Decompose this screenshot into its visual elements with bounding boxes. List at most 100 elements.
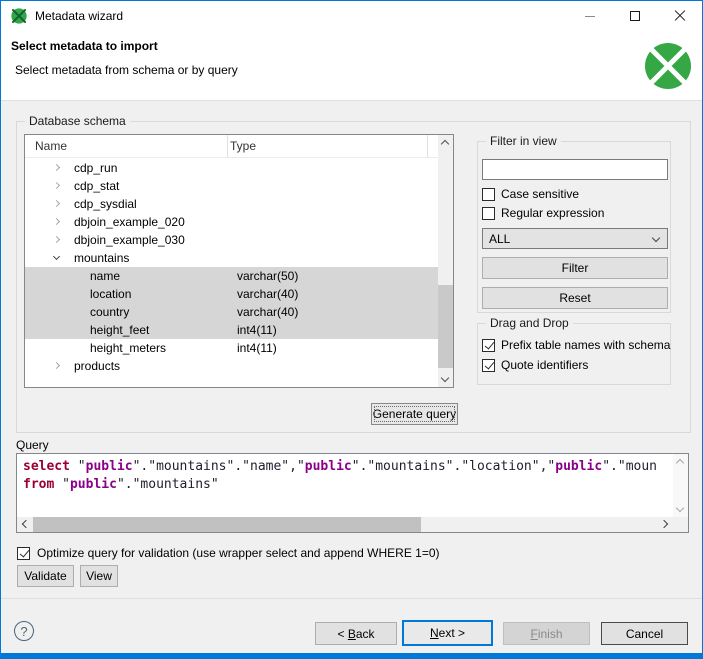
tree-row-products[interactable]: products (25, 357, 438, 375)
minimize-icon (585, 16, 595, 17)
view-button[interactable]: View (80, 565, 118, 587)
column-header-type[interactable]: Type (230, 139, 256, 153)
schema-tree[interactable]: Name Type cdp_run cdp_stat cdp_sysdialdbjo… (24, 134, 454, 388)
prefix-table-names-label: Prefix table names with schema (501, 338, 670, 352)
tree-row-dbjoin_example_020[interactable]: dbjoin_example_020 (25, 213, 438, 231)
expand-icon[interactable] (53, 164, 60, 171)
tree-cell-type: varchar(40) (237, 305, 298, 319)
back-button[interactable]: < Back (315, 622, 397, 645)
column-header-name[interactable]: Name (35, 139, 67, 153)
help-button[interactable]: ? (14, 621, 34, 641)
query-editor[interactable]: select "public"."mountains"."name","publ… (16, 453, 689, 533)
minimize-button[interactable] (567, 1, 612, 31)
scroll-up-icon[interactable] (676, 459, 684, 467)
close-button[interactable] (657, 1, 702, 31)
tree-cell-name: products (74, 359, 120, 373)
scroll-left-icon[interactable] (22, 520, 30, 528)
regular-expression-label: Regular expression (501, 206, 604, 220)
cancel-button[interactable]: Cancel (601, 622, 688, 645)
metadata-wizard-window: Metadata wizard Select metadata to impor… (0, 0, 703, 659)
scrollbar-thumb[interactable] (33, 517, 421, 532)
tree-cell-name: country (90, 305, 129, 319)
next-button[interactable]: Next > (402, 620, 493, 646)
validate-button[interactable]: Validate (17, 565, 74, 587)
scroll-up-icon[interactable] (441, 140, 449, 148)
drag-and-drop-label: Drag and Drop (486, 316, 573, 330)
collapse-icon[interactable] (53, 253, 60, 260)
filter-scope-value: ALL (489, 232, 510, 246)
quote-identifiers-row: Quote identifiers (482, 358, 588, 372)
window-title: Metadata wizard (35, 9, 123, 23)
filter-group-label: Filter in view (486, 134, 561, 148)
tree-row-country[interactable]: country varchar(40) (25, 303, 438, 321)
tree-header: Name Type (25, 135, 453, 158)
filter-input[interactable] (482, 159, 668, 180)
page-subtitle: Select metadata from schema or by query (15, 63, 238, 77)
expand-icon[interactable] (53, 236, 60, 243)
regular-expression-checkbox[interactable] (482, 207, 495, 220)
tree-row-dbjoin_example_030[interactable]: dbjoin_example_030 (25, 231, 438, 249)
tree-row-name[interactable]: name varchar(50) (25, 267, 438, 285)
scrollbar-thumb[interactable] (438, 285, 453, 368)
scroll-right-icon[interactable] (660, 520, 668, 528)
tree-cell-name: name (90, 269, 120, 283)
tree-row-cdp_sysdial[interactable]: cdp_sysdial (25, 195, 438, 213)
tree-row-location[interactable]: location varchar(40) (25, 285, 438, 303)
maximize-button[interactable] (612, 1, 657, 31)
tree-row-mountains[interactable]: mountains (25, 249, 438, 267)
case-sensitive-label: Case sensitive (501, 187, 579, 201)
tree-row-height_feet[interactable]: height_feet int4(11) (25, 321, 438, 339)
prefix-table-names-checkbox[interactable] (482, 339, 495, 352)
generate-query-button[interactable]: Generate query (371, 403, 458, 425)
tree-cell-name: cdp_sysdial (74, 197, 137, 211)
footer-divider (1, 598, 702, 599)
case-sensitive-checkbox[interactable] (482, 188, 495, 201)
query-line: select "public"."mountains"."name","publ… (23, 458, 670, 476)
tree-cell-name: height_meters (90, 341, 166, 355)
expand-icon[interactable] (53, 218, 60, 225)
window-controls (567, 1, 702, 31)
optimize-query-row: Optimize query for validation (use wrapp… (17, 546, 440, 560)
tree-cell-type: varchar(50) (237, 269, 298, 283)
finish-button[interactable]: Finish (503, 622, 590, 645)
tree-cell-name: cdp_stat (74, 179, 119, 193)
tree-cell-name: location (90, 287, 131, 301)
tree-row-cdp_run[interactable]: cdp_run (25, 159, 438, 177)
tree-cell-name: dbjoin_example_020 (74, 215, 185, 229)
filter-scope-select[interactable]: ALL (482, 228, 668, 249)
filter-button[interactable]: Filter (482, 257, 668, 279)
scroll-down-icon[interactable] (676, 504, 684, 512)
tree-vertical-scrollbar[interactable] (438, 135, 453, 387)
database-schema-label: Database schema (25, 114, 130, 128)
prefix-table-names-row: Prefix table names with schema (482, 338, 670, 352)
quote-identifiers-label: Quote identifiers (501, 358, 588, 372)
expand-icon[interactable] (53, 200, 60, 207)
clover-logo (644, 42, 692, 90)
query-label: Query (16, 438, 49, 452)
tree-cell-type: varchar(40) (237, 287, 298, 301)
tree-cell-name: dbjoin_example_030 (74, 233, 185, 247)
query-horizontal-scrollbar[interactable] (17, 517, 673, 532)
page-title: Select metadata to import (11, 39, 158, 53)
tree-cell-name: height_feet (90, 323, 149, 337)
query-code: select "public"."mountains"."name","publ… (23, 458, 670, 516)
scrollbar-corner (673, 517, 688, 532)
expand-icon[interactable] (53, 362, 60, 369)
scroll-down-icon[interactable] (441, 374, 449, 382)
wizard-header: Select metadata to import Select metadat… (1, 31, 702, 101)
optimize-query-label: Optimize query for validation (use wrapp… (37, 546, 440, 560)
reset-button[interactable]: Reset (482, 287, 668, 309)
maximize-icon (630, 11, 640, 21)
query-vertical-scrollbar[interactable] (673, 454, 688, 517)
title-bar[interactable]: Metadata wizard (1, 1, 702, 31)
tree-row-height_meters[interactable]: height_metersint4(11) (25, 339, 438, 357)
quote-identifiers-checkbox[interactable] (482, 359, 495, 372)
drag-and-drop-group: Drag and Drop Prefix table names with sc… (477, 323, 671, 385)
optimize-query-checkbox[interactable] (17, 547, 30, 560)
column-divider[interactable] (227, 135, 228, 158)
tree-cell-name: cdp_run (74, 161, 117, 175)
column-divider[interactable] (427, 135, 428, 158)
expand-icon[interactable] (53, 182, 60, 189)
tree-cell-type: int4(11) (237, 323, 277, 337)
tree-row-cdp_stat[interactable]: cdp_stat (25, 177, 438, 195)
